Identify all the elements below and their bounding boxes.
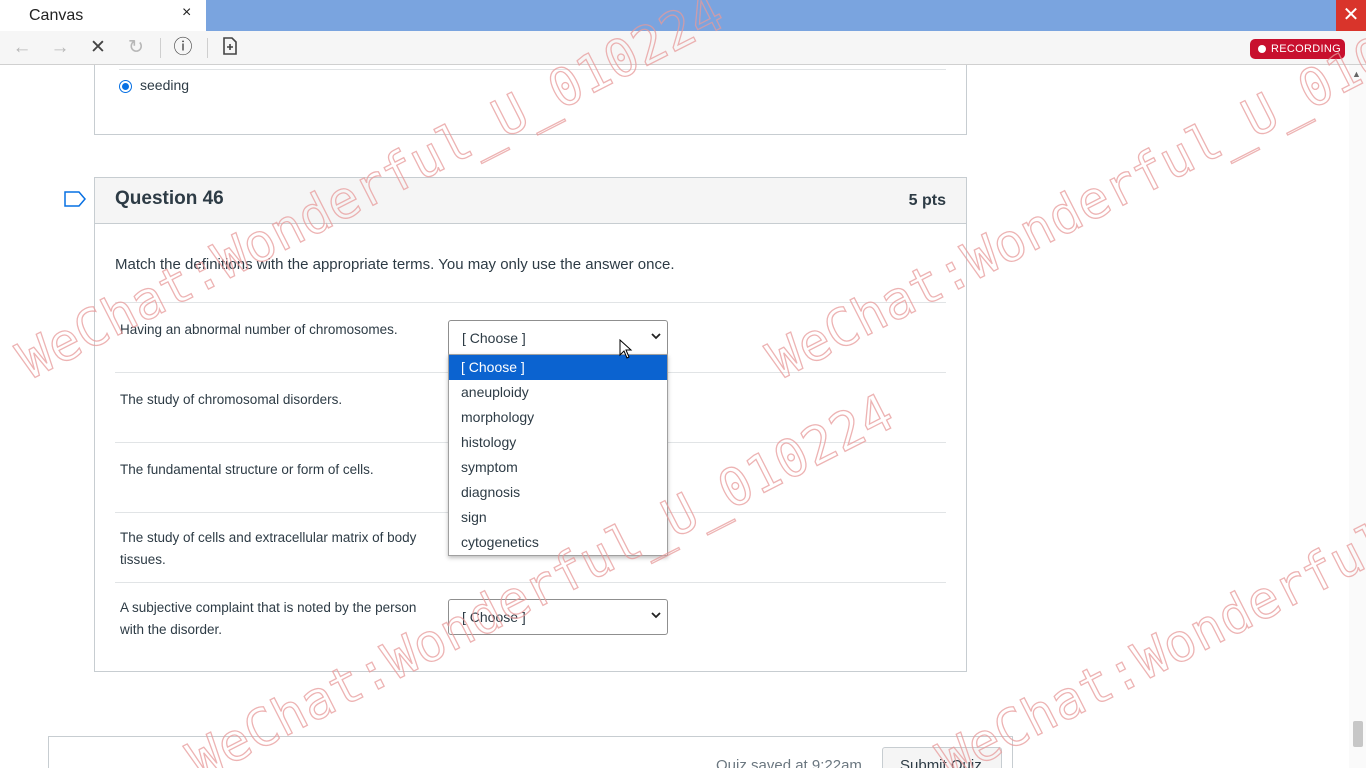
info-icon[interactable]: ⓘ	[172, 37, 194, 59]
definition-text: The fundamental structure or form of cel…	[120, 462, 374, 477]
tab-title: Canvas	[29, 7, 84, 24]
dropdown-option[interactable]: symptom	[449, 455, 667, 480]
mouse-cursor-icon	[619, 339, 633, 359]
dropdown-option[interactable]: morphology	[449, 405, 667, 430]
quiz-saved-status: Quiz saved at 9:22am	[716, 757, 862, 768]
definition-text: A subjective complaint that is noted by …	[120, 600, 417, 637]
question-instructions: Match the definitions with the appropria…	[115, 256, 675, 273]
dropdown-option[interactable]: sign	[449, 505, 667, 530]
previous-question-box: metastasis seeding	[94, 65, 967, 135]
radio-button-selected[interactable]	[119, 80, 132, 93]
dropdown-option[interactable]: diagnosis	[449, 480, 667, 505]
option-divider	[119, 69, 946, 70]
answer-option-label: seeding	[140, 77, 190, 93]
answer-select[interactable]: [ Choose ]	[448, 320, 668, 356]
browser-title-bar: Canvas × ✕	[0, 0, 1366, 31]
quiz-footer: Quiz saved at 9:22am Submit Quiz	[48, 736, 1013, 768]
browser-tab[interactable]: Canvas ×	[0, 0, 206, 31]
question-title: Question 46	[115, 188, 224, 209]
chevron-down-icon	[651, 612, 661, 619]
answer-select-value: [ Choose ]	[462, 609, 526, 625]
vertical-scrollbar[interactable]: ▲	[1349, 65, 1366, 768]
answer-dropdown-list[interactable]: [ Choose ] aneuploidy morphology histolo…	[448, 354, 668, 556]
forward-arrow-icon[interactable]: →	[49, 37, 71, 59]
question-points: 5 pts	[908, 192, 946, 209]
answer-select-value: [ Choose ]	[462, 330, 526, 346]
tab-close-icon[interactable]: ×	[182, 4, 191, 22]
dropdown-option[interactable]: cytogenetics	[449, 530, 667, 555]
definition-text: Having an abnormal number of chromosomes…	[120, 322, 398, 337]
chevron-down-icon	[651, 333, 661, 340]
dropdown-option[interactable]: histology	[449, 430, 667, 455]
recording-label: RECORDING	[1271, 43, 1341, 55]
flag-question-icon[interactable]	[64, 191, 86, 207]
recording-dot-icon	[1258, 45, 1266, 53]
window-close-icon[interactable]: ✕	[1336, 0, 1366, 31]
submit-quiz-button[interactable]: Submit Quiz	[882, 747, 1002, 768]
definition-text: The study of chromosomal disorders.	[120, 392, 343, 407]
matching-row: A subjective complaint that is noted by …	[115, 582, 946, 652]
scroll-up-arrow-icon[interactable]: ▲	[1352, 69, 1361, 79]
back-arrow-icon[interactable]: ←	[11, 37, 33, 59]
answer-select[interactable]: [ Choose ]	[448, 599, 668, 635]
stop-loading-icon[interactable]: ✕	[87, 37, 109, 59]
question-header: Question 46 5 pts	[95, 178, 966, 224]
toolbar-divider	[160, 38, 161, 58]
page-content: metastasis seeding Question 46 5 pts Mat…	[0, 65, 1349, 768]
scrollbar-thumb[interactable]	[1353, 721, 1363, 747]
dropdown-option[interactable]: aneuploidy	[449, 380, 667, 405]
dropdown-option[interactable]: [ Choose ]	[449, 355, 667, 380]
recording-badge[interactable]: RECORDING	[1250, 39, 1345, 59]
toolbar-divider	[207, 38, 208, 58]
reload-icon[interactable]: ↻	[125, 37, 147, 59]
definition-text: The study of cells and extracellular mat…	[120, 530, 417, 567]
browser-toolbar: ← → ✕ ↻ ⓘ RECORDING	[0, 31, 1366, 65]
add-document-icon[interactable]	[219, 37, 241, 59]
